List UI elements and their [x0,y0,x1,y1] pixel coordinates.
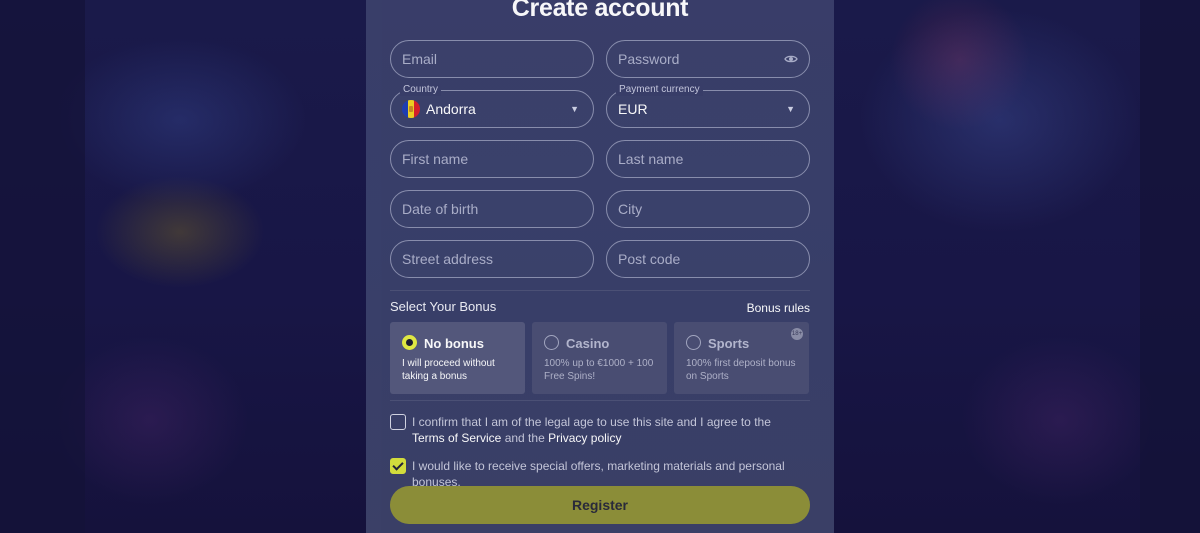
currency-select[interactable]: Payment currency EUR ▼ [606,84,810,128]
radio-icon[interactable] [544,335,559,350]
divider [390,400,810,401]
bonus-option-no-bonus[interactable]: No bonus I will proceed without taking a… [390,322,525,394]
email-field[interactable]: Email [390,40,594,78]
country-label: Country [400,84,442,96]
bonus-option-desc: 100% up to €1000 + 100 Free Spins! [544,358,654,382]
country-select[interactable]: Country Andorra ▼ [390,84,594,128]
bonus-option-desc: I will proceed without taking a bonus [402,358,495,382]
city-placeholder: City [618,201,643,217]
street-address-field[interactable]: Street address [390,240,594,278]
date-of-birth-placeholder: Date of birth [402,201,479,217]
bonus-option-name: Sports [708,336,750,351]
first-name-field[interactable]: First name [390,140,594,178]
register-button[interactable]: Register [390,486,810,524]
terms-and-text: and the [504,431,545,445]
bonus-option-desc: 100% first deposit bonus on Sports [686,358,796,382]
bonus-rules-link[interactable]: Bonus rules [747,301,810,315]
currency-value: EUR [618,101,648,117]
andorra-flag-icon [402,100,420,118]
create-account-modal: Create account Email Password Country An… [366,0,834,533]
email-placeholder: Email [402,51,438,67]
post-code-field[interactable]: Post code [606,240,810,278]
chevron-down-icon: ▼ [570,104,579,114]
street-address-placeholder: Street address [402,251,494,267]
city-field[interactable]: City [606,190,810,228]
marketing-checkbox[interactable] [390,458,406,474]
first-name-placeholder: First name [402,151,469,167]
post-code-placeholder: Post code [618,251,681,267]
bonus-option-name: Casino [566,336,610,351]
chevron-down-icon: ▼ [786,104,795,114]
terms-consent-text: I confirm that I am of the legal age to … [412,414,804,446]
age-restriction-badge: 18+ [791,328,803,340]
terms-checkbox[interactable] [390,414,406,430]
bonus-option-casino[interactable]: Casino 100% up to €1000 + 100 Free Spins… [532,322,667,394]
eye-icon[interactable] [784,52,798,66]
modal-title: Create account [511,0,689,22]
privacy-policy-link[interactable]: Privacy policy [548,431,621,445]
currency-label: Payment currency [616,84,703,96]
password-field[interactable]: Password [606,40,810,78]
bonus-option-sports[interactable]: Sports 100% first deposit bonus on Sport… [674,322,809,394]
background-left-edge [0,0,85,533]
bonus-heading: Select Your Bonus [390,299,497,314]
last-name-field[interactable]: Last name [606,140,810,178]
last-name-placeholder: Last name [618,151,684,167]
bonus-option-name: No bonus [424,336,484,351]
country-value: Andorra [426,101,476,117]
password-placeholder: Password [618,51,680,67]
terms-of-service-link[interactable]: Terms of Service [412,431,501,445]
divider [390,290,810,291]
background-right-edge [1140,0,1200,533]
radio-selected-icon[interactable] [402,335,417,350]
date-of-birth-field[interactable]: Date of birth [390,190,594,228]
terms-text: I confirm that I am of the legal age to … [412,415,771,429]
radio-icon[interactable] [686,335,701,350]
